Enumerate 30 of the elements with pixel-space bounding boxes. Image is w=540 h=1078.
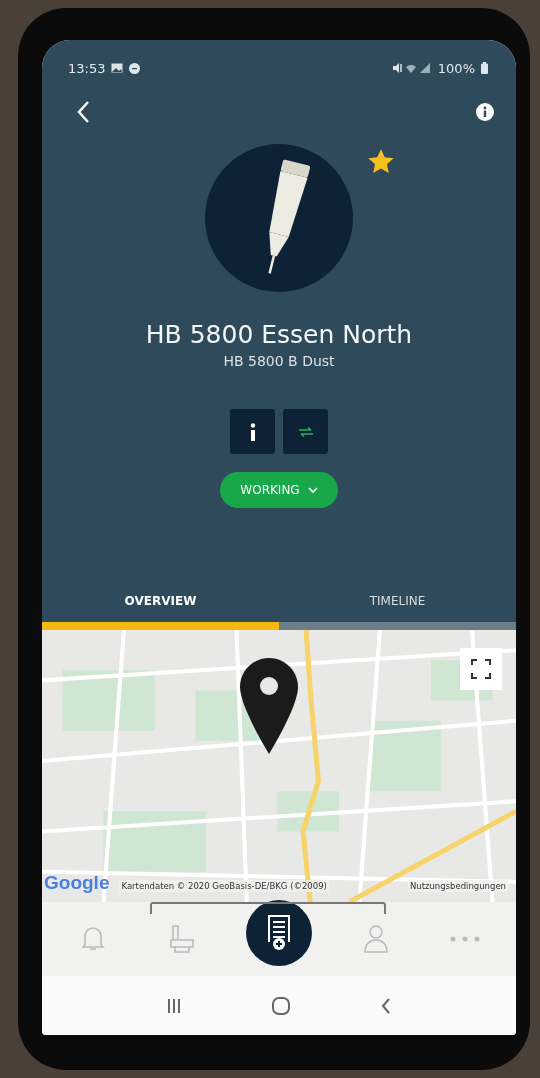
chevron-down-icon — [307, 486, 318, 494]
more-icon — [450, 936, 481, 942]
favorite-star-icon[interactable] — [367, 148, 395, 176]
device-model: HB 5800 B Dust — [222, 353, 336, 369]
device-name: HB 5800 Essen North — [144, 320, 414, 349]
status-time: 13:53 — [68, 60, 106, 76]
bell-icon — [80, 925, 105, 953]
recent-apps-icon[interactable] — [167, 997, 182, 1014]
back-icon[interactable] — [380, 996, 391, 1015]
tab[interactable]: TIMELINE — [279, 586, 516, 622]
map-attribution: Kartendaten © 2020 GeoBasis-DE/BKG (©2009) — [119, 880, 329, 892]
battery-icon — [481, 62, 488, 74]
person-icon — [363, 924, 390, 954]
info-icon[interactable] — [476, 103, 494, 121]
home-icon[interactable] — [272, 996, 290, 1015]
tab[interactable]: OVERVIEW — [42, 586, 279, 622]
image-icon — [111, 63, 124, 73]
fullscreen-button[interactable] — [460, 648, 502, 690]
battery-level: 100% — [437, 60, 475, 76]
swap-button[interactable] — [283, 409, 328, 454]
breaker-avatar-icon — [205, 144, 353, 292]
map-drawing[interactable] — [42, 630, 516, 902]
location-pin-icon — [240, 658, 298, 754]
fullscreen-icon — [471, 659, 491, 679]
terms-link[interactable]: Nutzungsbedingungen — [407, 880, 508, 892]
info-button[interactable] — [230, 409, 275, 454]
google-logo: Google — [44, 872, 110, 894]
signal-icons — [391, 62, 432, 74]
info-icon — [249, 422, 256, 441]
swap-arrows-icon — [297, 426, 314, 437]
